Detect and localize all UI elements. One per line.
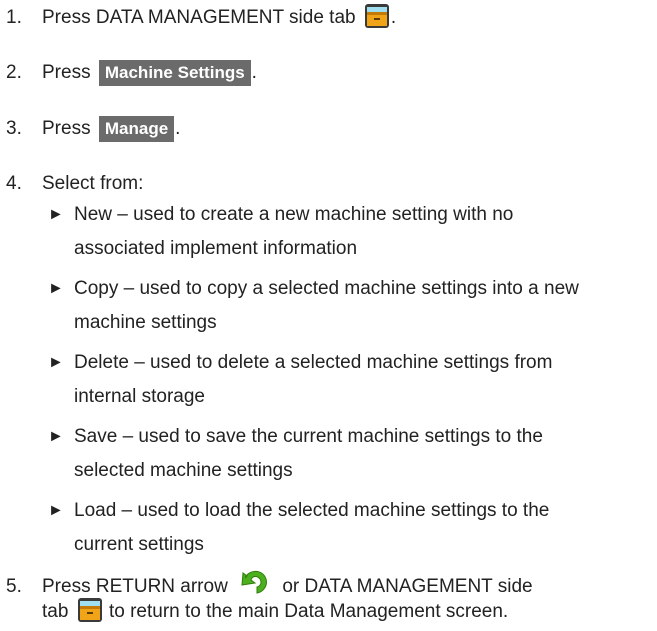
option-text: Delete – used to delete a selected machi… [74,352,553,373]
step-text-cont: or DATA MANAGEMENT side [277,576,533,597]
step-text-end: . [251,62,257,83]
bullet-arrow-icon: ► [48,280,64,297]
option-delete: ► Delete – used to delete a selected mach… [48,346,648,414]
step-number: 3. [6,118,22,139]
option-text: Load – used to load the selected machine… [74,500,550,521]
bullet-arrow-icon: ► [48,502,64,519]
options-list: ► New – used to create a new machine sett… [48,198,648,562]
step-text-end: to return to the main Data Management sc… [103,601,509,622]
machine-settings-button: Machine Settings [98,60,251,86]
data-management-tab-icon [364,3,390,29]
step-number: 4. [6,173,22,194]
manage-button: Manage [98,116,175,142]
step-number: 5. [6,576,22,597]
option-new: ► New – used to create a new machine sett… [48,198,648,266]
step-text: Press [42,62,96,83]
step-text: tab [42,601,74,622]
bullet-arrow-icon: ► [48,428,64,445]
step-text: Select from: [42,173,144,194]
step-text: Press RETURN arrow [42,576,234,597]
data-management-tab-icon [77,597,103,623]
step-number: 2. [6,62,22,83]
return-arrow-icon [239,566,271,596]
option-text: Copy – used to copy a selected machine s… [74,278,579,299]
step-text-end: . [390,7,397,28]
option-text: New – used to create a new machine setti… [74,204,514,225]
option-load: ► Load – used to load the selected machin… [48,494,648,562]
instruction-document: 1. Press DATA MANAGEMENT side tab . 2. Pre… [0,0,657,631]
step-text-end: . [175,118,181,139]
step-3: 3. Press Manage. [6,116,180,142]
step-4: 4. Select from: [6,172,143,196]
step-5-line-2: tab to return to the main Data Managemen… [42,597,508,624]
option-save: ► Save – used to save the current machine… [48,420,648,488]
option-copy: ► Copy – used to copy a selected machine … [48,272,648,340]
option-text-cont: current settings [74,534,204,555]
option-text-cont: associated implement information [74,238,358,259]
option-text-cont: internal storage [74,386,205,407]
option-text-cont: machine settings [74,312,217,333]
bullet-arrow-icon: ► [48,206,64,223]
step-text: Press [42,118,96,139]
option-text: Save – used to save the current machine … [74,426,543,447]
bullet-arrow-icon: ► [48,354,64,371]
step-text: Press DATA MANAGEMENT side tab [42,7,361,28]
step-number: 1. [6,7,22,28]
step-5: 5. Press RETURN arrow or DATA MANAGEMENT … [6,566,533,599]
step-2: 2. Press Machine Settings. [6,60,257,86]
option-text-cont: selected machine settings [74,460,293,481]
step-1: 1. Press DATA MANAGEMENT side tab . [6,3,396,30]
